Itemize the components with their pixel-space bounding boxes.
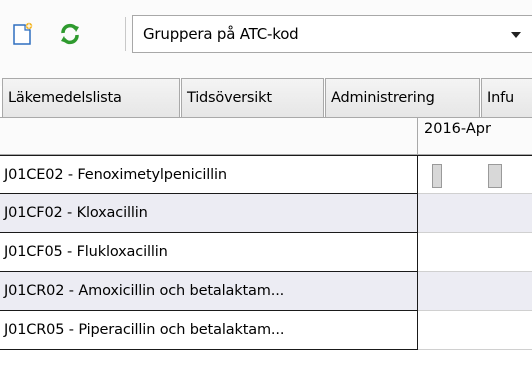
medication-column: J01CE02 - Fenoximetylpenicillin J01CF02 …	[0, 118, 418, 350]
new-document-icon[interactable]	[10, 22, 34, 46]
toolbar-separator	[125, 17, 126, 51]
group-by-value: Gruppera på ATC-kod	[143, 25, 299, 43]
medication-row-label[interactable]: J01CF02 - Kloxacillin	[0, 194, 418, 233]
timeline-header: 2016-Apr	[418, 118, 532, 155]
timeline-row[interactable]	[418, 194, 532, 233]
medication-row-label[interactable]: J01CR05 - Piperacillin och betalaktam...	[0, 311, 418, 350]
timeline-column: 2016-Apr	[418, 118, 532, 350]
medication-row-label[interactable]: J01CF05 - Flukloxacillin	[0, 233, 418, 272]
tab-tidsoversikt[interactable]: Tidsöversikt	[181, 78, 324, 118]
administration-bar[interactable]	[432, 164, 442, 188]
administration-bar[interactable]	[488, 164, 502, 188]
medication-column-header	[0, 118, 418, 155]
medication-row-label[interactable]: J01CR02 - Amoxicillin och betalaktam...	[0, 272, 418, 311]
timeline-row[interactable]	[418, 272, 532, 311]
timeline-row[interactable]	[418, 311, 532, 350]
timeline-period-label: 2016-Apr	[424, 121, 491, 137]
medication-row-label[interactable]: J01CE02 - Fenoximetylpenicillin	[0, 155, 418, 194]
tab-lakemedelslista[interactable]: Läkemedelslista	[2, 78, 180, 118]
timeline-row[interactable]	[418, 155, 532, 194]
refresh-icon[interactable]	[58, 22, 82, 46]
timeline-grid: J01CE02 - Fenoximetylpenicillin J01CF02 …	[0, 118, 532, 374]
chevron-down-icon[interactable]	[511, 32, 521, 38]
timeline-row[interactable]	[418, 233, 532, 272]
group-by-dropdown[interactable]: Gruppera på ATC-kod	[132, 15, 532, 53]
